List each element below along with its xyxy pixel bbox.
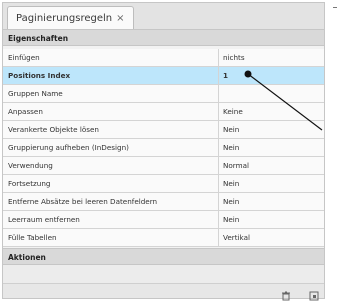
property-row-anpassen[interactable]: Anpassen Keine — [3, 103, 324, 121]
property-value[interactable]: Nein — [219, 193, 324, 210]
property-value[interactable]: Nein — [219, 211, 324, 228]
tab-pagination-rules[interactable]: Paginierungsregeln × — [7, 6, 134, 29]
property-row-positions-index[interactable]: Positions Index 1 — [3, 67, 324, 85]
section-header-actions[interactable]: Aktionen — [3, 248, 324, 265]
property-value[interactable]: Keine — [219, 103, 324, 120]
property-row-fuelle-tabellen[interactable]: Fülle Tabellen Vertikal — [3, 229, 324, 247]
property-value[interactable]: 1 — [219, 67, 324, 84]
property-value[interactable]: Nein — [219, 175, 324, 192]
property-name: Positions Index — [3, 67, 219, 84]
tab-bar: Paginierungsregeln × — [3, 3, 324, 30]
tab-label: Paginierungsregeln — [16, 12, 113, 24]
property-row-fortsetzung[interactable]: Fortsetzung Nein — [3, 175, 324, 193]
property-name: Verwendung — [3, 157, 219, 174]
property-row-einfuegen[interactable]: Einfügen nichts — [3, 49, 324, 67]
pagination-rules-panel: Paginierungsregeln × Eigenschaften Einfü… — [2, 2, 325, 301]
close-icon[interactable]: × — [116, 13, 124, 24]
property-row-leerraum[interactable]: Leerraum entfernen Nein — [3, 211, 324, 229]
property-name: Leerraum entfernen — [3, 211, 219, 228]
property-name: Fortsetzung — [3, 175, 219, 192]
property-value[interactable]: Vertikal — [219, 229, 324, 246]
property-name: Gruppierung aufheben (InDesign) — [3, 139, 219, 156]
trash-icon[interactable] — [281, 286, 291, 301]
property-value[interactable]: Nein — [219, 139, 324, 156]
property-value[interactable]: Normal — [219, 157, 324, 174]
property-value[interactable]: Nein — [219, 121, 324, 138]
section-header-properties[interactable]: Eigenschaften — [3, 29, 324, 46]
new-item-icon[interactable] — [309, 286, 319, 301]
property-name: Verankerte Objekte lösen — [3, 121, 219, 138]
property-value[interactable]: nichts — [219, 49, 324, 66]
property-value[interactable] — [219, 85, 324, 102]
property-name: Anpassen — [3, 103, 219, 120]
properties-grid: Einfügen nichts Positions Index 1 Gruppe… — [3, 49, 324, 247]
panel-menu-indicator — [333, 7, 337, 8]
property-name: Fülle Tabellen — [3, 229, 219, 246]
property-name: Entferne Absätze bei leeren Datenfeldern — [3, 193, 219, 210]
property-row-gruppen-name[interactable]: Gruppen Name — [3, 85, 324, 103]
property-name: Gruppen Name — [3, 85, 219, 102]
panel-footer — [3, 283, 324, 301]
property-row-verankerte-objekte[interactable]: Verankerte Objekte lösen Nein — [3, 121, 324, 139]
property-row-gruppierung[interactable]: Gruppierung aufheben (InDesign) Nein — [3, 139, 324, 157]
property-row-verwendung[interactable]: Verwendung Normal — [3, 157, 324, 175]
property-row-entferne-absaetze[interactable]: Entferne Absätze bei leeren Datenfeldern… — [3, 193, 324, 211]
property-name: Einfügen — [3, 49, 219, 66]
actions-area — [3, 265, 324, 285]
